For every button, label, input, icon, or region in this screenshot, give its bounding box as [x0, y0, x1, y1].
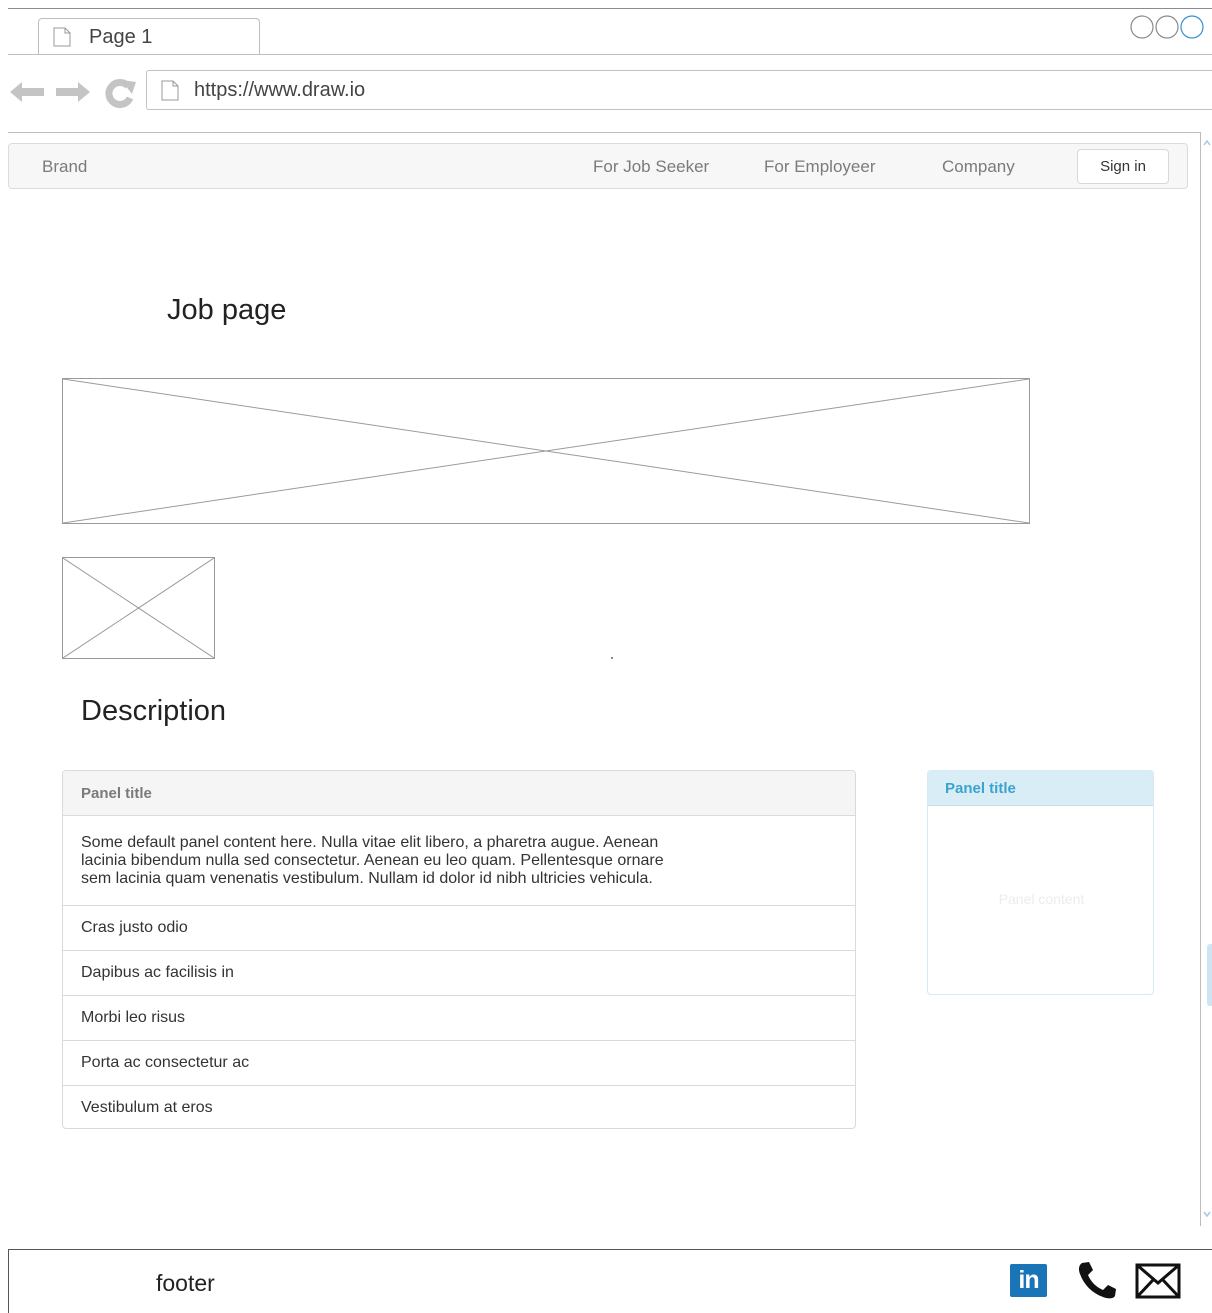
browser-tab[interactable]: Page 1 — [38, 18, 260, 55]
phone-icon[interactable] — [1075, 1260, 1119, 1300]
tab-label: Page 1 — [89, 26, 153, 48]
description-title: Description — [81, 695, 227, 727]
list-item[interactable]: Vestibulum at eros — [63, 1086, 855, 1128]
logo-image-placeholder — [62, 557, 215, 659]
window-top-border — [8, 8, 1212, 9]
description-panel: Panel title Some default panel content h… — [62, 770, 856, 1129]
linkedin-icon[interactable]: in — [1010, 1264, 1047, 1297]
scroll-up-icon[interactable] — [1202, 138, 1212, 148]
banner-image-placeholder — [62, 378, 1030, 524]
forward-arrow-icon[interactable] — [56, 82, 90, 102]
tab-strip-border — [8, 54, 1212, 55]
window-control-circle — [1130, 15, 1154, 39]
side-panel: Panel title Panel content — [927, 770, 1154, 995]
scroll-down-icon[interactable] — [1202, 1208, 1212, 1220]
window-control-circle — [1180, 15, 1204, 39]
chrome-bottom-border — [8, 132, 1200, 133]
side-panel-content: Panel content — [998, 891, 1085, 907]
panel-body-text: Some default panel content here. Nulla v… — [63, 816, 855, 906]
page-title: Job page — [167, 294, 287, 326]
brand-link[interactable]: Brand — [42, 157, 87, 177]
refresh-icon[interactable] — [105, 79, 136, 108]
side-panel-title: Panel title — [928, 771, 1153, 806]
browser-nav-buttons — [10, 79, 136, 108]
list-item[interactable]: Morbi leo risus — [63, 996, 855, 1041]
page-icon — [53, 27, 71, 47]
url-text: https://www.draw.io — [194, 79, 366, 101]
vertical-scrollbar[interactable] — [1200, 132, 1212, 1226]
mail-icon[interactable] — [1135, 1263, 1181, 1299]
window-control-circle — [1155, 15, 1179, 39]
linkedin-label: in — [1018, 1266, 1039, 1294]
sign-in-button[interactable]: Sign in — [1077, 149, 1169, 184]
footer-text: footer — [156, 1270, 215, 1296]
back-arrow-icon[interactable] — [10, 82, 44, 102]
site-navbar: Brand For Job Seeker For Employeer Compa… — [8, 143, 1188, 189]
list-item[interactable]: Cras justo odio — [63, 906, 855, 951]
list-item[interactable]: Dapibus ac facilisis in — [63, 951, 855, 996]
window-controls — [1130, 15, 1204, 39]
panel-title: Panel title — [63, 771, 855, 816]
site-footer: footer in — [8, 1249, 1212, 1313]
nav-link-job-seeker[interactable]: For Job Seeker — [593, 157, 709, 177]
stray-dot — [611, 657, 613, 659]
list-item[interactable]: Porta ac consectetur ac — [63, 1041, 855, 1086]
nav-link-company[interactable]: Company — [942, 157, 1015, 177]
address-bar[interactable]: https://www.draw.io — [146, 70, 1212, 110]
scrollbar-thumb[interactable] — [1207, 944, 1212, 1006]
page-icon — [161, 80, 179, 101]
nav-link-employer[interactable]: For Employeer — [764, 157, 875, 177]
